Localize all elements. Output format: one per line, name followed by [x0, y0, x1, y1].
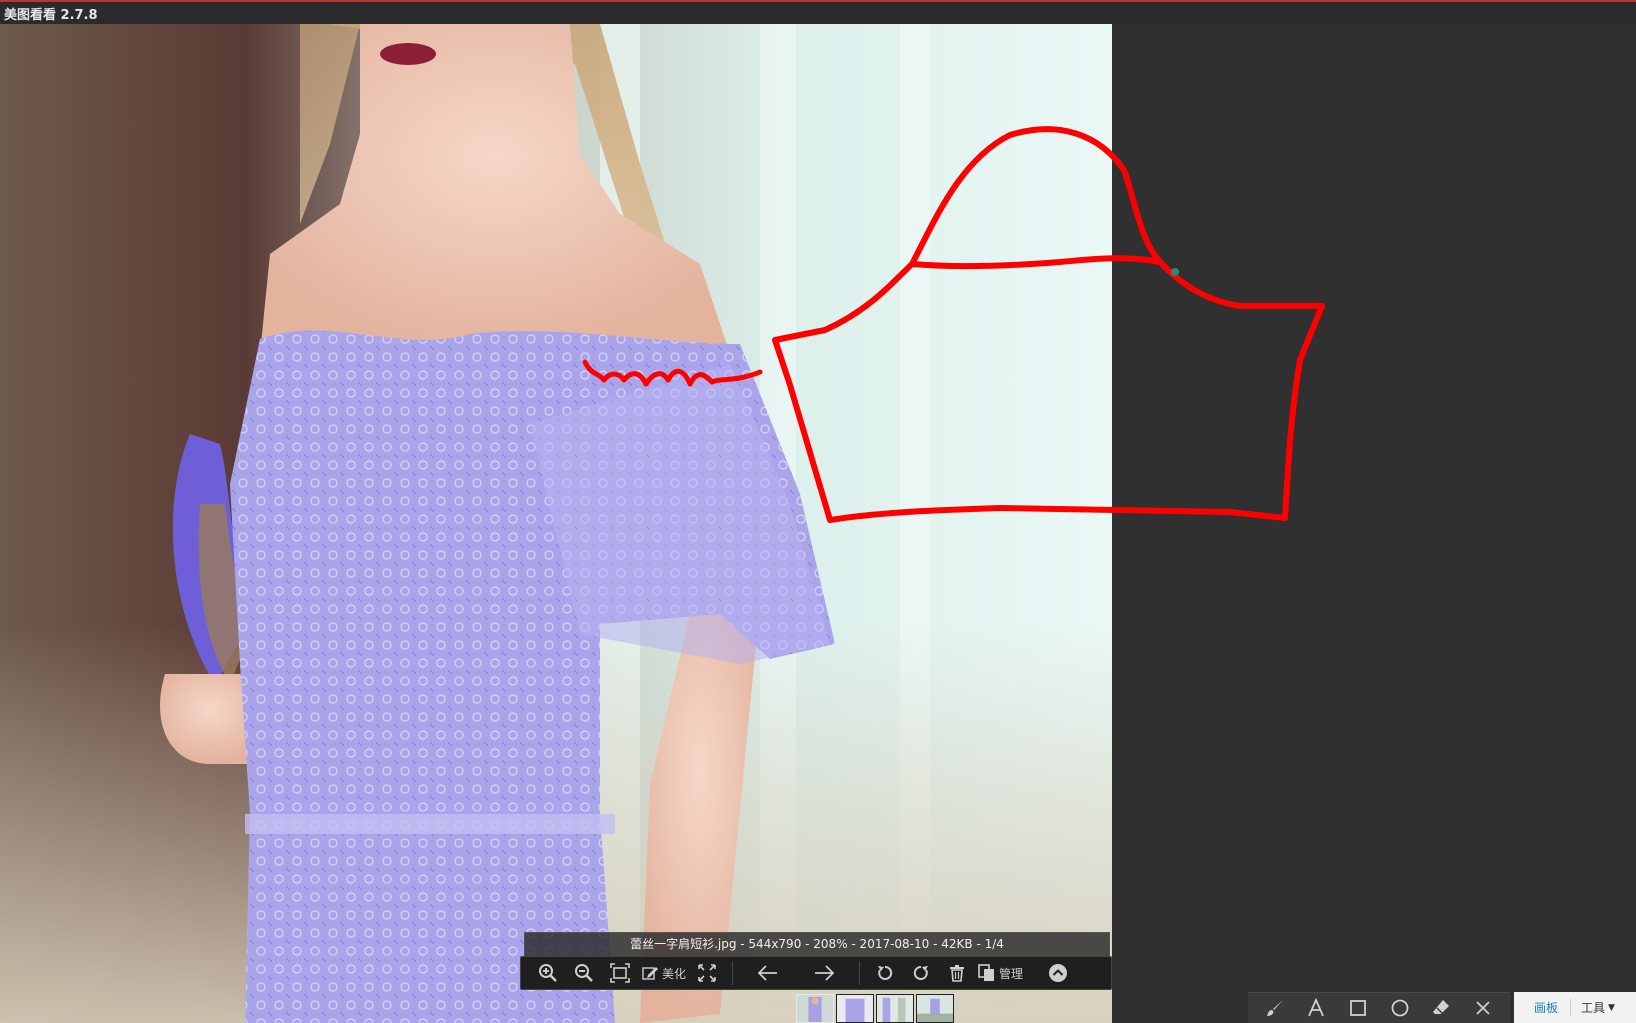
viewer-toolbar: 美化 管理 [520, 956, 1112, 990]
tab-tools-label: 工具 [1581, 1001, 1606, 1015]
brush-icon [1266, 1000, 1283, 1016]
tab-tools[interactable]: 工具 ▼ [1570, 999, 1619, 1016]
thumbnail-item[interactable] [916, 994, 954, 1023]
fit-screen-icon [610, 963, 630, 983]
fullscreen-button[interactable] [692, 959, 722, 987]
empty-canvas-area[interactable] [1112, 24, 1636, 1023]
copy-pages-icon [978, 964, 995, 981]
chevron-up-icon [1049, 964, 1068, 982]
rectangle-icon [1350, 1000, 1367, 1016]
rotate-right-icon [913, 965, 929, 980]
panel-tabs: 画板 工具 ▼ [1514, 992, 1636, 1023]
tab-canvas[interactable]: 画板 [1514, 999, 1570, 1016]
text-icon [1308, 998, 1325, 1017]
previous-image-button[interactable] [743, 959, 793, 987]
toolbar-divider [859, 961, 861, 985]
chevron-down-icon: ▼ [1608, 1002, 1615, 1013]
beautify-button[interactable]: 美化 [641, 959, 686, 987]
rotate-right-button[interactable] [906, 959, 936, 987]
image-viewport[interactable] [0, 24, 1112, 1023]
close-icon [1476, 1001, 1490, 1015]
arrow-right-icon [815, 965, 835, 981]
eraser-icon [1433, 1000, 1450, 1015]
fullscreen-icon [698, 964, 716, 982]
thumbnail-strip [796, 994, 956, 1023]
manage-label: 管理 [999, 966, 1024, 981]
toolbar-divider [732, 961, 734, 985]
zoom-out-icon [575, 964, 593, 982]
ellipse-icon [1391, 999, 1409, 1017]
next-image-button[interactable] [799, 959, 849, 987]
rotate-left-icon [878, 965, 893, 980]
ellipse-tool-button[interactable] [1386, 995, 1414, 1021]
zoom-in-button[interactable] [533, 959, 563, 987]
arrow-left-icon [757, 965, 778, 981]
window-title: 美图看看 2.7.8 [4, 8, 98, 23]
photo-image [0, 24, 1112, 1023]
image-info-text: 蕾丝一字肩短衫.jpg - 544x790 - 208% - 2017-08-1… [630, 937, 1004, 951]
thumbnail-item[interactable] [796, 994, 834, 1023]
manage-button[interactable]: 管理 [978, 959, 1023, 987]
fit-screen-button[interactable] [605, 959, 635, 987]
close-tools-button[interactable] [1469, 995, 1497, 1021]
more-options-button[interactable] [1043, 959, 1073, 987]
brush-tool-button[interactable] [1261, 995, 1289, 1021]
edit-pencil-icon [642, 967, 658, 980]
drawing-tools-bar [1248, 992, 1510, 1023]
thumbnail-item[interactable] [876, 994, 914, 1023]
beautify-label: 美化 [662, 966, 687, 981]
delete-button[interactable] [942, 959, 972, 987]
title-bar: 美图看看 2.7.8 [0, 0, 1636, 24]
rectangle-tool-button[interactable] [1344, 995, 1372, 1021]
zoom-out-button[interactable] [569, 959, 599, 987]
zoom-in-icon [539, 964, 557, 982]
trash-icon [950, 965, 965, 982]
image-info-bar: 蕾丝一字肩短衫.jpg - 544x790 - 208% - 2017-08-1… [524, 932, 1110, 956]
rotate-left-button[interactable] [870, 959, 900, 987]
text-tool-button[interactable] [1302, 995, 1330, 1021]
eraser-tool-button[interactable] [1427, 995, 1455, 1021]
thumbnail-item[interactable] [836, 994, 874, 1023]
